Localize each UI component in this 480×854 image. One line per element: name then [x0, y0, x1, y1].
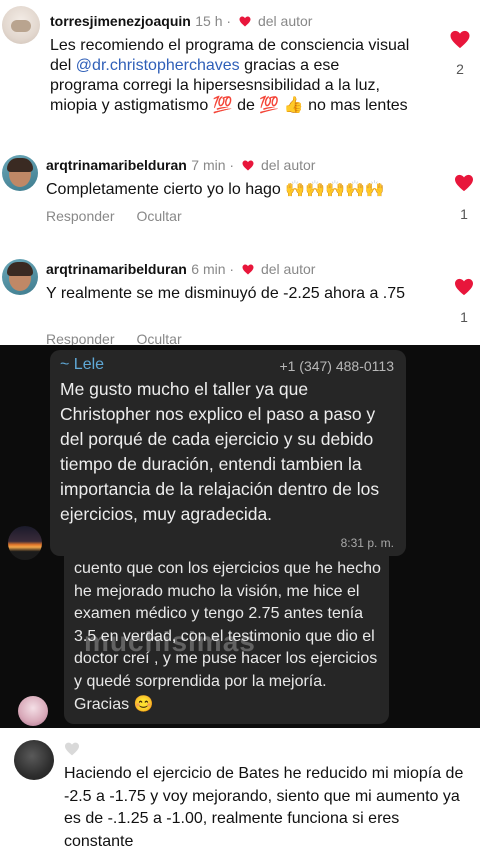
like-count: 1 — [460, 309, 468, 325]
comment-text: Y realmente se me disminuyó de -2.25 aho… — [46, 285, 406, 302]
reply-button[interactable]: Responder — [46, 208, 115, 224]
like-count: 1 — [460, 206, 468, 222]
avatar[interactable] — [2, 6, 40, 44]
heart-icon — [65, 742, 79, 756]
like-count: 2 — [456, 61, 464, 77]
heart-icon — [242, 160, 254, 171]
comment-text: Haciendo el ejercicio de Bates he reduci… — [64, 765, 464, 850]
message-text: Me gusto mucho el taller ya que Christop… — [60, 379, 380, 524]
watermark: muchisimas — [84, 626, 256, 657]
instagram-comments: torresjimenezjoaquin 15 h · del autor Le… — [0, 0, 480, 345]
hide-button[interactable]: Ocultar — [137, 208, 182, 224]
avatar[interactable] — [2, 155, 38, 191]
mention-link[interactable]: @dr.christopherchaves — [76, 57, 240, 74]
sender-phone: +1 (347) 488-0113 — [279, 358, 394, 374]
comment-header: arqtrinamaribelduran 7 min · del autor — [46, 157, 316, 173]
like-heart-icon[interactable] — [449, 30, 471, 49]
username[interactable]: arqtrinamaribelduran — [46, 157, 187, 173]
bottom-comment: Haciendo el ejercicio de Bates he reduci… — [0, 728, 480, 854]
author-like-label: del autor — [260, 157, 316, 173]
comment-header: arqtrinamaribelduran 6 min · del autor — [46, 261, 316, 277]
comment-time: 15 h — [195, 13, 223, 29]
comment-header: torresjimenezjoaquin 15 h · del autor — [50, 13, 313, 29]
author-like-label: del autor — [257, 13, 313, 29]
hide-button[interactable]: Ocultar — [137, 331, 182, 345]
reply-button[interactable]: Responder — [46, 331, 115, 345]
avatar[interactable] — [14, 740, 54, 780]
username[interactable]: torresjimenezjoaquin — [50, 13, 191, 29]
like-heart-icon[interactable] — [454, 174, 474, 192]
message-bubble: cuento que con los ejercicios que he hec… — [64, 552, 389, 724]
author-like-label: del autor — [260, 261, 316, 277]
comment-actions: Responder Ocultar — [46, 331, 204, 345]
sender-avatar[interactable] — [18, 696, 48, 726]
heart-icon — [242, 264, 254, 275]
sender-name[interactable]: ~ Lele — [60, 356, 104, 374]
comment-actions: Responder Ocultar — [46, 208, 204, 224]
comment-text: Les recomiendo el programa de conscienci… — [50, 37, 410, 114]
username[interactable]: arqtrinamaribelduran — [46, 261, 187, 277]
sender-avatar[interactable] — [8, 526, 42, 560]
message-time: 8:31 p. m. — [340, 536, 394, 550]
comment-text: Completamente cierto yo lo hago 🙌🙌🙌🙌🙌 — [46, 181, 385, 198]
message-bubble: ~ Lele +1 (347) 488-0113 Me gusto mucho … — [50, 350, 406, 556]
like-heart-icon[interactable] — [454, 278, 474, 296]
heart-icon — [239, 16, 251, 27]
comment-time: 7 min — [191, 157, 226, 173]
comment-time: 6 min — [191, 261, 226, 277]
avatar[interactable] — [2, 259, 38, 295]
